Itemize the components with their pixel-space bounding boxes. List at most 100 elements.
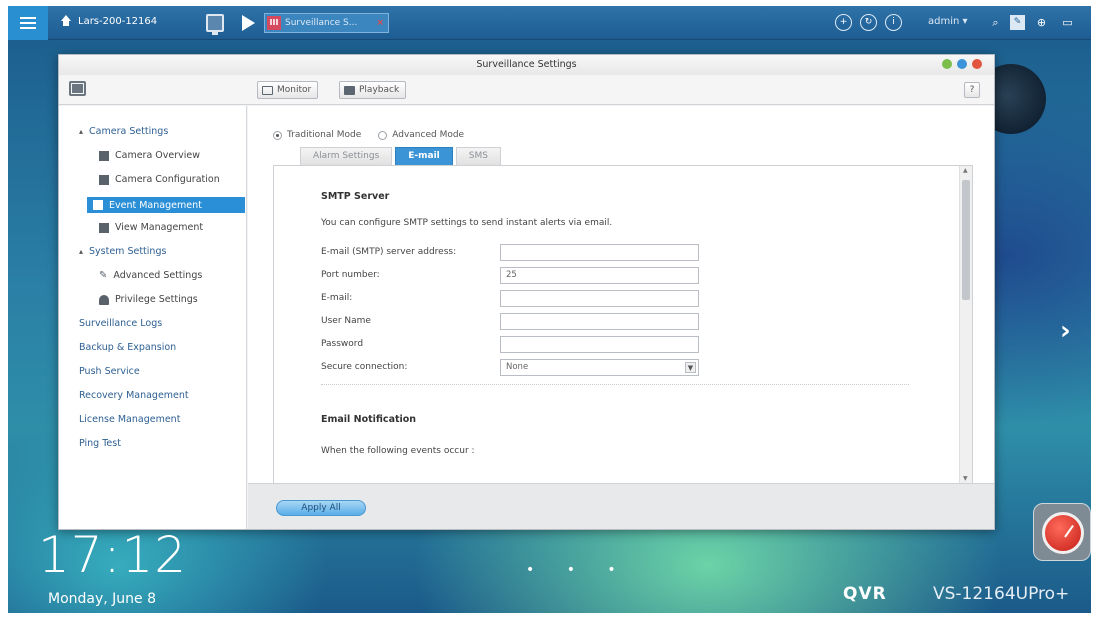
minimize-button[interactable] — [942, 59, 952, 69]
sidebar-item-label: View Management — [115, 222, 204, 233]
notification-description: When the following events occur : — [321, 446, 475, 456]
settings-tabs: Alarm Settings E-mail SMS — [300, 147, 501, 165]
app-tab-label: Surveillance S... — [285, 18, 358, 28]
sidebar-item-camera-configuration[interactable]: Camera Configuration — [99, 174, 220, 185]
event-icon — [93, 200, 103, 210]
sidebar-item-camera-overview[interactable]: Camera Overview — [99, 150, 200, 161]
email-tab-panel: SMTP Server You can configure SMTP setti… — [273, 165, 973, 484]
tab-alarm-settings[interactable]: Alarm Settings — [300, 147, 393, 165]
desktop: Lars-200-12164 III Surveillance S... × +… — [8, 6, 1091, 613]
notes-icon[interactable]: ✎ — [1010, 15, 1025, 30]
section-divider — [321, 384, 909, 385]
grid-icon — [99, 222, 109, 233]
help-button[interactable]: ? — [964, 82, 980, 98]
sidebar-item-label: Camera Configuration — [115, 174, 220, 185]
apply-all-button[interactable]: Apply All — [276, 500, 366, 516]
traditional-mode-label: Traditional Mode — [287, 130, 362, 140]
sidebar-item-view-management[interactable]: View Management — [99, 222, 203, 233]
monitor-icon[interactable]: ▭ — [1060, 15, 1075, 30]
tab-sms[interactable]: SMS — [455, 147, 501, 165]
resource-monitor-widget[interactable] — [1033, 503, 1091, 561]
sidebar-item-surveillance-logs[interactable]: Surveillance Logs — [79, 318, 162, 329]
sidebar-item-recovery-management[interactable]: Recovery Management — [79, 390, 189, 401]
server-address-label: E-mail (SMTP) server address: — [321, 247, 457, 257]
home-button[interactable]: Lars-200-12164 — [60, 15, 157, 27]
home-icon — [60, 15, 72, 27]
sidebar-item-ping-test[interactable]: Ping Test — [79, 438, 121, 449]
username-input[interactable] — [500, 313, 699, 330]
play-icon[interactable] — [242, 15, 255, 31]
playback-label: Playback — [359, 85, 400, 95]
monitor-icon — [262, 85, 273, 95]
circle-plus-icon[interactable]: + — [835, 14, 852, 31]
content-scrollbar[interactable]: ▲ ▼ — [959, 166, 972, 484]
sidebar-group-camera-settings[interactable]: Camera Settings — [79, 126, 168, 137]
page-indicator[interactable]: • • • — [526, 562, 630, 578]
secure-connection-select[interactable]: None ▼ — [500, 359, 699, 376]
sidebar-item-label: Camera Settings — [89, 126, 169, 137]
sidebar-item-label: Event Management — [109, 199, 202, 211]
sidebar-item-privilege-settings[interactable]: Privilege Settings — [99, 294, 198, 305]
sidebar-group-system-settings[interactable]: System Settings — [79, 246, 166, 257]
secure-connection-value: None — [506, 362, 529, 372]
window-title: Surveillance Settings — [59, 55, 994, 75]
gauge-icon — [1042, 512, 1084, 554]
next-page-arrow-icon[interactable]: › — [1060, 316, 1071, 346]
traditional-mode-radio[interactable] — [273, 130, 282, 140]
smtp-section-title: SMTP Server — [321, 191, 390, 202]
email-label: E-mail: — [321, 293, 353, 303]
desktop-clock: 17:12 — [38, 526, 188, 584]
playback-icon — [344, 85, 355, 95]
network-icon[interactable]: ⊕ — [1034, 15, 1049, 30]
window-controls — [942, 59, 982, 69]
camera-icon — [99, 174, 109, 185]
app-tab-surveillance[interactable]: III Surveillance S... × — [264, 13, 389, 33]
sidebar-item-event-management[interactable]: Event Management — [87, 197, 245, 213]
window-toolbar: Monitor Playback ? — [59, 75, 994, 105]
advanced-mode-radio[interactable] — [378, 130, 388, 140]
info-icon[interactable]: i — [885, 14, 902, 31]
smtp-description: You can configure SMTP settings to send … — [321, 218, 613, 228]
playback-button[interactable]: Playback — [339, 81, 407, 99]
sidebar-item-backup-expansion[interactable]: Backup & Expansion — [79, 342, 176, 353]
sidebar-item-label: Camera Overview — [115, 150, 201, 161]
monitor-label: Monitor — [277, 85, 312, 95]
sidebar: Camera Settings Camera Overview Camera C… — [59, 106, 247, 529]
main-content: Traditional Mode Advanced Mode Alarm Set… — [248, 106, 994, 484]
scroll-thumb[interactable] — [962, 180, 970, 300]
user-icon — [99, 294, 109, 305]
server-address-input[interactable] — [500, 244, 699, 261]
sidebar-item-label: System Settings — [89, 246, 167, 257]
search-icon[interactable]: ⌕ — [988, 15, 1003, 30]
close-button[interactable] — [972, 59, 982, 69]
chevron-down-icon: ▼ — [685, 362, 696, 373]
wrench-icon: ✎ — [99, 270, 108, 281]
sidebar-item-push-service[interactable]: Push Service — [79, 366, 140, 377]
close-tab-icon[interactable]: × — [376, 18, 384, 28]
scroll-up-icon[interactable]: ▲ — [963, 167, 968, 174]
password-label: Password — [321, 339, 364, 349]
port-number-label: Port number: — [321, 270, 380, 280]
monitor-button[interactable]: Monitor — [257, 81, 319, 99]
password-input[interactable] — [500, 336, 699, 353]
main-menu-button[interactable] — [8, 6, 48, 40]
scroll-down-icon[interactable]: ▼ — [963, 475, 968, 482]
tab-email[interactable]: E-mail — [395, 147, 453, 165]
mode-selector: Traditional Mode Advanced Mode — [273, 130, 464, 140]
port-number-input[interactable]: 25 — [500, 267, 699, 284]
username-label: User Name — [321, 316, 371, 326]
sidebar-item-license-management[interactable]: License Management — [79, 414, 180, 425]
desktop-icon[interactable] — [206, 14, 224, 35]
maximize-button[interactable] — [957, 59, 967, 69]
sidebar-item-advanced-settings[interactable]: ✎ Advanced Settings — [99, 270, 202, 281]
refresh-icon[interactable]: ↻ — [860, 14, 877, 31]
sidebar-toggle-icon[interactable] — [69, 81, 86, 96]
menu-icon — [20, 17, 36, 29]
home-label: Lars-200-12164 — [78, 15, 158, 27]
desktop-date: Monday, June 8 — [48, 591, 157, 607]
admin-menu[interactable]: admin ▾ — [928, 16, 968, 27]
top-bar: Lars-200-12164 III Surveillance S... × +… — [8, 6, 1091, 40]
qvr-logo: QVR — [843, 584, 887, 604]
email-input[interactable] — [500, 290, 699, 307]
device-model: VS-12164UPro+ — [933, 584, 1070, 604]
